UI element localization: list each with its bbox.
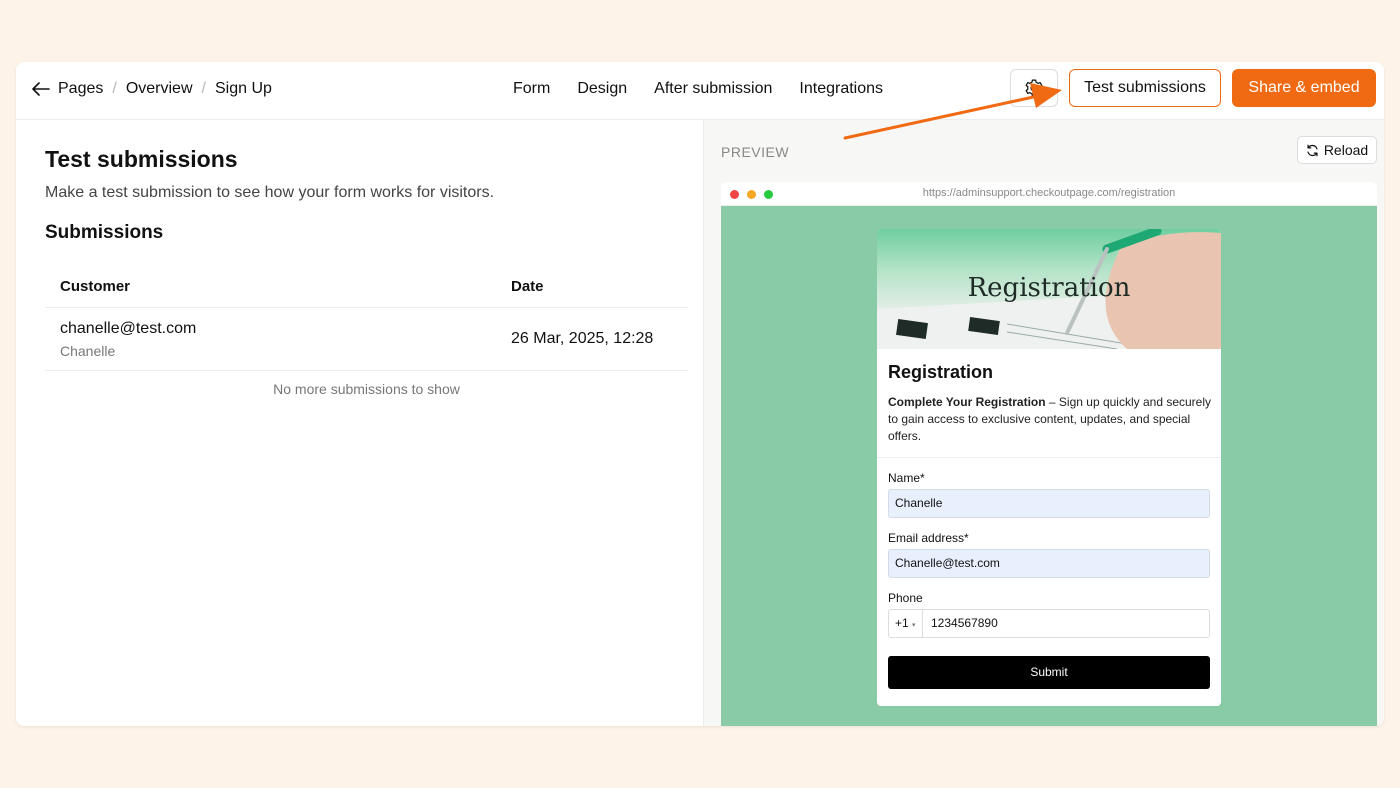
row-date: 26 Mar, 2025, 12:28 [511,330,654,347]
preview-stage: Registration Registration Complete Your … [721,206,1377,726]
empty-note: No more submissions to show [273,381,460,397]
form-banner: Registration [877,229,1221,349]
tab-form[interactable]: Form [513,80,550,98]
submissions-panel: Test submissions Make a test submission … [16,120,703,726]
url-bar: https://adminsupport.checkoutpage.com/re… [922,187,1176,199]
tab-integrations[interactable]: Integrations [799,80,883,98]
breadcrumb: Pages / Overview / Sign Up [30,78,272,100]
breadcrumb-pages[interactable]: Pages [58,80,103,98]
top-bar: Pages / Overview / Sign Up Form Design A… [16,62,1384,120]
country-code-value: +1 [895,616,909,630]
row-email: chanelle@test.com [60,320,197,337]
page-subtitle: Make a test submission to see how your f… [45,184,495,201]
column-date: Date [511,278,544,295]
share-embed-button[interactable]: Share & embed [1232,69,1376,107]
form-card: Registration Registration Complete Your … [877,229,1221,706]
table-header: Customer Date [45,264,688,308]
back-arrow-icon[interactable] [30,78,52,100]
name-label: Name* [888,471,925,485]
required-mark: * [964,531,969,545]
gear-icon [1025,79,1043,97]
required-mark: * [920,471,925,485]
breadcrumb-overview[interactable]: Overview [126,80,193,98]
table-row[interactable]: chanelle@test.com Chanelle 26 Mar, 2025,… [45,308,688,371]
breadcrumb-separator: / [112,80,117,97]
tab-after-submission[interactable]: After submission [654,80,772,98]
row-name: Chanelle [60,343,116,359]
submissions-table: Customer Date chanelle@test.com Chanelle… [45,264,688,397]
test-submissions-button[interactable]: Test submissions [1069,69,1221,107]
browser-chrome: https://adminsupport.checkoutpage.com/re… [721,182,1377,206]
phone-label: Phone [888,591,923,605]
preview-panel: PREVIEW Reload https://adminsupport.chec… [703,120,1384,726]
form-description: Complete Your Registration – Sign up qui… [888,394,1213,445]
email-label-text: Email address [888,531,965,545]
reload-label: Reload [1323,142,1369,158]
column-customer: Customer [60,278,131,295]
divider [877,457,1221,458]
form-description-bold: Complete Your Registration [888,395,1046,409]
chevron-down-icon: ▾ [912,622,916,629]
banner-title: Registration [967,273,1131,303]
breadcrumb-sign-up[interactable]: Sign Up [215,80,272,98]
settings-button[interactable] [1010,69,1058,107]
name-input[interactable]: Chanelle [888,489,1210,518]
phone-field: +1 ▾ 1234567890 [888,609,1210,638]
phone-input[interactable]: 1234567890 [931,610,998,637]
country-code-select[interactable]: +1 ▾ [889,610,923,637]
email-label: Email address* [888,531,969,545]
form-title: Registration [888,362,994,382]
main-nav: Form Design After submission Integration… [513,80,883,98]
preview-label: PREVIEW [721,144,790,160]
reload-button[interactable]: Reload [1297,136,1377,164]
email-input[interactable]: Chanelle@test.com [888,549,1210,578]
app-window: Pages / Overview / Sign Up Form Design A… [16,62,1384,726]
tab-design[interactable]: Design [577,80,627,98]
page-title: Test submissions [45,146,238,172]
submit-button[interactable]: Submit [888,656,1210,689]
browser-preview: https://adminsupport.checkoutpage.com/re… [721,182,1377,726]
section-title: Submissions [45,222,164,243]
breadcrumb-separator: / [201,80,206,97]
name-label-text: Name [888,471,921,485]
refresh-icon [1307,144,1318,156]
